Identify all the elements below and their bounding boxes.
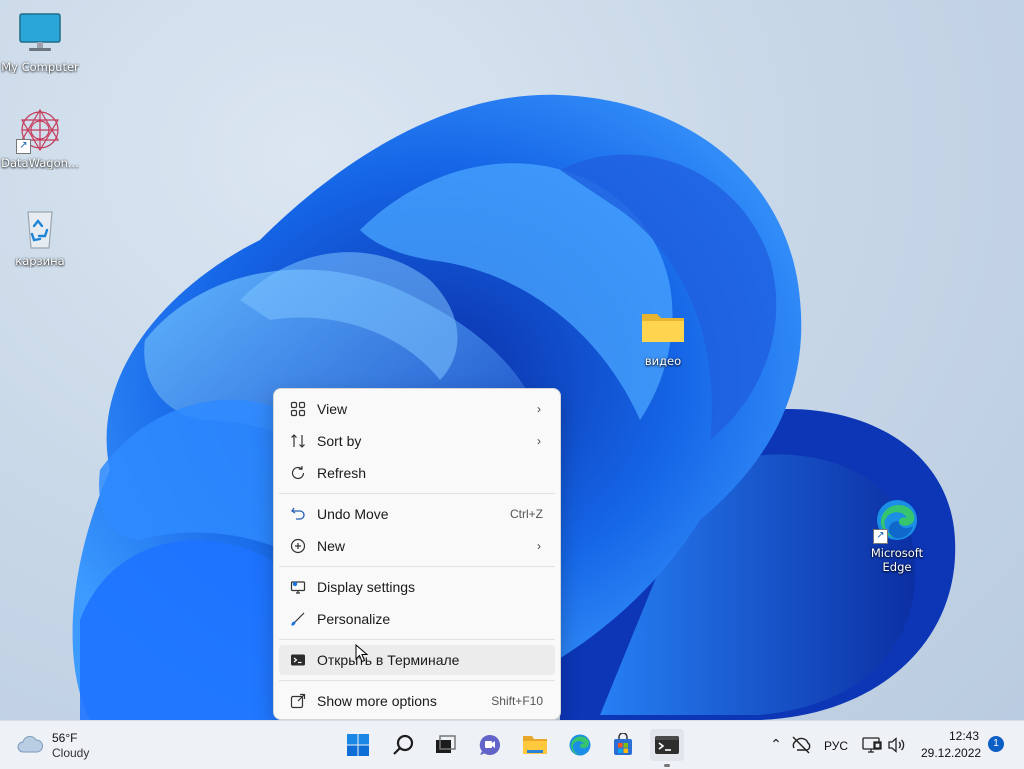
menu-item-undo-move[interactable]: Undo Move Ctrl+Z (279, 499, 555, 529)
sort-icon (288, 431, 308, 451)
chat-icon (479, 734, 500, 755)
weather-temperature: 56°F (52, 731, 78, 745)
edge-icon: ↗ (873, 496, 921, 544)
task-view-button[interactable] (428, 729, 462, 761)
menu-item-view[interactable]: View › (279, 394, 555, 424)
clock-date[interactable]: 29.12.2022 (921, 746, 981, 760)
search-button[interactable] (386, 729, 420, 761)
desktop-icon-recycle-bin[interactable]: карзина (0, 204, 80, 268)
display-icon (288, 577, 308, 597)
menu-item-show-more-options[interactable]: Show more options Shift+F10 (279, 686, 555, 716)
chevron-right-icon: › (537, 434, 541, 448)
search-icon (393, 734, 414, 755)
start-icon (347, 734, 369, 756)
menu-separator (279, 639, 555, 640)
cloud-icon (16, 734, 44, 759)
menu-item-display-settings[interactable]: Display settings (279, 572, 555, 602)
menu-item-open-in-terminal[interactable]: Открыть в Терминале (279, 645, 555, 675)
store-button[interactable] (606, 729, 640, 761)
menu-item-label: Personalize (317, 611, 391, 627)
running-indicator (664, 764, 670, 767)
grid-icon (288, 399, 308, 419)
task-view-icon (436, 735, 456, 753)
show-hidden-icons-button[interactable]: ⌃ (766, 729, 786, 761)
desktop-icon-datawagon[interactable]: ↗ DataWagon... (0, 106, 80, 170)
desktop-context-menu: View › Sort by › Refresh Undo Move Ctrl+… (273, 388, 561, 720)
menu-item-label: Undo Move (317, 506, 389, 522)
menu-item-label: View (317, 401, 348, 417)
menu-item-new[interactable]: New › (279, 531, 555, 561)
chat-button[interactable] (473, 729, 507, 761)
menu-item-label: New (317, 538, 346, 554)
menu-item-shortcut: Shift+F10 (491, 694, 543, 708)
weather-condition: Cloudy (52, 746, 90, 760)
notification-badge[interactable]: 1 (988, 736, 1004, 752)
desktop-icon-my-computer[interactable]: My Computer (0, 10, 80, 74)
store-icon (614, 733, 632, 755)
desktop-icon-folder-video[interactable]: видео (623, 304, 703, 368)
chevron-right-icon: › (537, 402, 541, 416)
menu-item-sort-by[interactable]: Sort by › (279, 426, 555, 456)
file-explorer-icon (523, 736, 547, 754)
menu-item-refresh[interactable]: Refresh (279, 458, 555, 488)
mouse-cursor-icon (355, 644, 369, 663)
menu-separator (279, 566, 555, 567)
undo-icon (288, 504, 308, 524)
edge-button[interactable] (563, 729, 597, 761)
network-offline-icon (792, 736, 811, 754)
language-indicator[interactable]: РУС (824, 739, 848, 753)
menu-separator (279, 680, 555, 681)
volume-icon (888, 737, 905, 753)
network-button[interactable] (789, 729, 813, 761)
desktop-icon-label: My Computer (1, 60, 79, 74)
desktop-icon-label: DataWagon... (1, 156, 79, 170)
display-tray-button[interactable] (860, 729, 884, 761)
recycle-bin-icon (16, 204, 64, 252)
weather-widget[interactable]: 56°F Cloudy (16, 731, 89, 761)
monitor-tray-icon (862, 737, 882, 753)
chevron-up-icon: ⌃ (770, 737, 782, 753)
monitor-icon (16, 10, 64, 58)
menu-item-shortcut: Ctrl+Z (510, 507, 543, 521)
edge-icon (569, 734, 591, 756)
desktop-icon-label: карзина (15, 254, 65, 268)
plus-circle-icon (288, 536, 308, 556)
share-icon (288, 691, 308, 711)
menu-separator (279, 493, 555, 494)
menu-item-label: Show more options (317, 693, 437, 709)
clock-time[interactable]: 12:43 (949, 729, 979, 743)
volume-button[interactable] (885, 729, 909, 761)
terminal-icon (288, 650, 308, 670)
shortcut-arrow-icon: ↗ (16, 139, 31, 154)
brush-icon (288, 609, 308, 629)
menu-item-label: Sort by (317, 433, 362, 449)
taskbar: 56°F Cloudy ⌃ РУС 12:43 29.12.2022 (0, 720, 1024, 769)
menu-item-personalize[interactable]: Personalize (279, 604, 555, 634)
menu-item-label: Display settings (317, 579, 416, 595)
folder-icon (639, 304, 687, 352)
desktop-icon-label: Microsoft Edge (870, 546, 924, 574)
shortcut-arrow-icon: ↗ (873, 529, 888, 544)
chevron-right-icon: › (537, 539, 541, 553)
start-button[interactable] (341, 729, 375, 761)
refresh-icon (288, 463, 308, 483)
desktop-icon-microsoft-edge[interactable]: ↗ Microsoft Edge (857, 496, 937, 574)
menu-item-label: Refresh (317, 465, 367, 481)
terminal-icon (655, 736, 679, 754)
file-explorer-button[interactable] (518, 729, 552, 761)
desktop-icon-label: видео (644, 354, 682, 368)
terminal-button[interactable] (650, 729, 684, 761)
datawagon-logo-icon: ↗ (16, 106, 64, 154)
menu-item-label: Открыть в Терминале (317, 652, 460, 668)
